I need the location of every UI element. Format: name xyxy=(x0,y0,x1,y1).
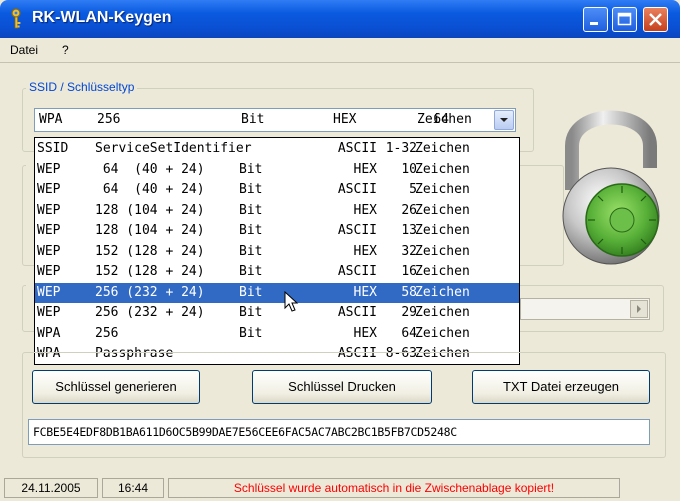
option-suffix: Zeichen xyxy=(415,223,470,238)
option-size: ServiceSetIdentifier xyxy=(95,141,252,156)
option-size: 64 (40 + 24) xyxy=(95,161,205,177)
option-size: 128 (104 + 24) xyxy=(95,202,205,218)
combo-unit: Bit xyxy=(241,112,265,127)
option-unit: Bit xyxy=(239,202,263,218)
option-count: 58 xyxy=(401,284,417,300)
combo-dropdown-button[interactable] xyxy=(494,110,514,130)
close-icon xyxy=(649,13,662,26)
option-suffix: Zeichen xyxy=(415,284,470,300)
dropdown-option[interactable]: WEP 152 (128 + 24) Bit HEX 32 Zeichen xyxy=(35,242,519,263)
menu-bar: Datei ? xyxy=(0,38,680,63)
dropdown-option[interactable]: WEP 256 (232 + 24) Bit HEX 58 Zeichen xyxy=(35,282,519,303)
minimize-icon xyxy=(590,22,598,25)
combo-encoding: HEX xyxy=(333,112,357,127)
generate-key-button[interactable]: Schlüssel generieren xyxy=(32,370,200,404)
option-type: WEP xyxy=(37,202,61,218)
option-unit: Bit xyxy=(239,305,263,320)
dropdown-option[interactable]: WEP 64 (40 + 24) Bit HEX 10 Zeichen xyxy=(35,160,519,181)
option-count: 10 xyxy=(401,161,417,177)
dropdown-option[interactable]: SSID ServiceSetIdentifier ASCII 1-32 Zeichen xyxy=(35,139,519,160)
status-message: Schlüssel wurde automatisch in die Zwisc… xyxy=(168,478,620,498)
option-unit: Bit xyxy=(239,284,263,300)
combo-type: WPA xyxy=(39,112,63,127)
option-type: WEP xyxy=(37,223,61,238)
dropdown-option[interactable]: WEP 256 (232 + 24) Bit ASCII 29 Zeichen xyxy=(35,303,519,324)
option-type: WEP xyxy=(37,264,61,279)
dropdown-option[interactable]: WEP 128 (104 + 24) Bit HEX 26 Zeichen xyxy=(35,201,519,222)
key-output-field[interactable]: FCBE5E4EDF8DB1BA611D6OC5B99DAE7E56CEE6FA… xyxy=(28,419,650,445)
maximize-icon xyxy=(617,12,632,26)
option-suffix: Zeichen xyxy=(415,243,470,259)
option-unit: Bit xyxy=(239,243,263,259)
arrow-right-icon xyxy=(637,305,641,313)
dropdown-option[interactable]: WEP 64 (40 + 24) Bit ASCII 5 Zeichen xyxy=(35,180,519,201)
option-size: 256 xyxy=(95,325,119,341)
option-count: 16 xyxy=(401,264,417,279)
status-bar: 24.11.2005 16:44 Schlüssel wurde automat… xyxy=(0,476,680,501)
option-count: 32 xyxy=(401,243,417,259)
option-size: 152 (128 + 24) xyxy=(95,264,205,279)
option-type: WEP xyxy=(37,305,61,320)
option-count: 26 xyxy=(401,202,417,218)
option-suffix: Zeichen xyxy=(415,202,470,218)
option-suffix: Zeichen xyxy=(415,264,470,279)
app-key-icon xyxy=(11,8,21,29)
window-title: RK-WLAN-Keygen xyxy=(32,9,172,26)
option-size: 128 (104 + 24) xyxy=(95,223,205,238)
option-type: SSID xyxy=(37,141,69,156)
print-key-button[interactable]: Schlüssel Drucken xyxy=(252,370,432,404)
maximize-button[interactable] xyxy=(612,7,637,32)
option-count: 13 xyxy=(401,223,417,238)
key-type-combo[interactable]: WPA 256 Bit HEX 64 Zeichen xyxy=(34,108,516,132)
option-unit: Bit xyxy=(239,325,263,341)
option-count: 5 xyxy=(409,182,417,197)
option-type: WEP xyxy=(37,284,61,300)
dropdown-option[interactable]: WEP 152 (128 + 24) Bit ASCII 16 Zeichen xyxy=(35,262,519,283)
option-type: WEP xyxy=(37,161,61,177)
option-suffix: Zeichen xyxy=(415,161,470,177)
slider-right-button[interactable] xyxy=(630,300,648,318)
title-bar[interactable]: RK-WLAN-Keygen xyxy=(0,0,680,38)
chevron-down-icon xyxy=(500,118,508,122)
option-type: WEP xyxy=(37,182,61,197)
options-group-label xyxy=(26,158,34,172)
status-date: 24.11.2005 xyxy=(4,478,98,498)
option-suffix: Zeichen xyxy=(415,182,470,197)
status-time: 16:44 xyxy=(102,478,164,498)
combo-suffix: Zeichen xyxy=(417,112,472,127)
ssid-group-label: SSID / Schlüsseltyp xyxy=(26,80,138,94)
option-count: 1-32 xyxy=(385,141,417,156)
option-count: 64 xyxy=(401,325,417,341)
minimize-button[interactable] xyxy=(583,7,608,32)
option-suffix: Zeichen xyxy=(415,141,470,156)
close-button[interactable] xyxy=(643,7,668,32)
menu-help[interactable]: ? xyxy=(62,43,69,57)
combo-size: 256 xyxy=(97,112,121,127)
option-suffix: Zeichen xyxy=(415,325,470,341)
option-size: 256 (232 + 24) xyxy=(95,305,205,320)
option-size: 152 (128 + 24) xyxy=(95,243,205,259)
option-size: 256 (232 + 24) xyxy=(95,284,205,300)
mouse-pointer-icon xyxy=(284,291,299,312)
option-type: WEP xyxy=(37,243,61,259)
padlock-icon xyxy=(562,110,660,265)
slider-group-label xyxy=(26,278,34,292)
option-unit: Bit xyxy=(239,264,263,279)
option-size: 64 (40 + 24) xyxy=(95,182,205,197)
dropdown-option[interactable]: WEP 128 (104 + 24) Bit ASCII 13 Zeichen xyxy=(35,221,519,242)
create-txt-button[interactable]: TXT Datei erzeugen xyxy=(472,370,650,404)
option-suffix: Zeichen xyxy=(415,305,470,320)
length-slider[interactable] xyxy=(520,298,650,320)
option-unit: Bit xyxy=(239,223,263,238)
option-unit: Bit xyxy=(239,161,263,177)
option-unit: Bit xyxy=(239,182,263,197)
menu-datei[interactable]: Datei xyxy=(10,43,38,57)
option-type: WPA xyxy=(37,325,61,341)
dropdown-option[interactable]: WPA 256 Bit HEX 64 Zeichen xyxy=(35,324,519,345)
key-type-dropdown-list[interactable]: SSID ServiceSetIdentifier ASCII 1-32 Zeichen… xyxy=(34,137,520,365)
option-count: 29 xyxy=(401,305,417,320)
